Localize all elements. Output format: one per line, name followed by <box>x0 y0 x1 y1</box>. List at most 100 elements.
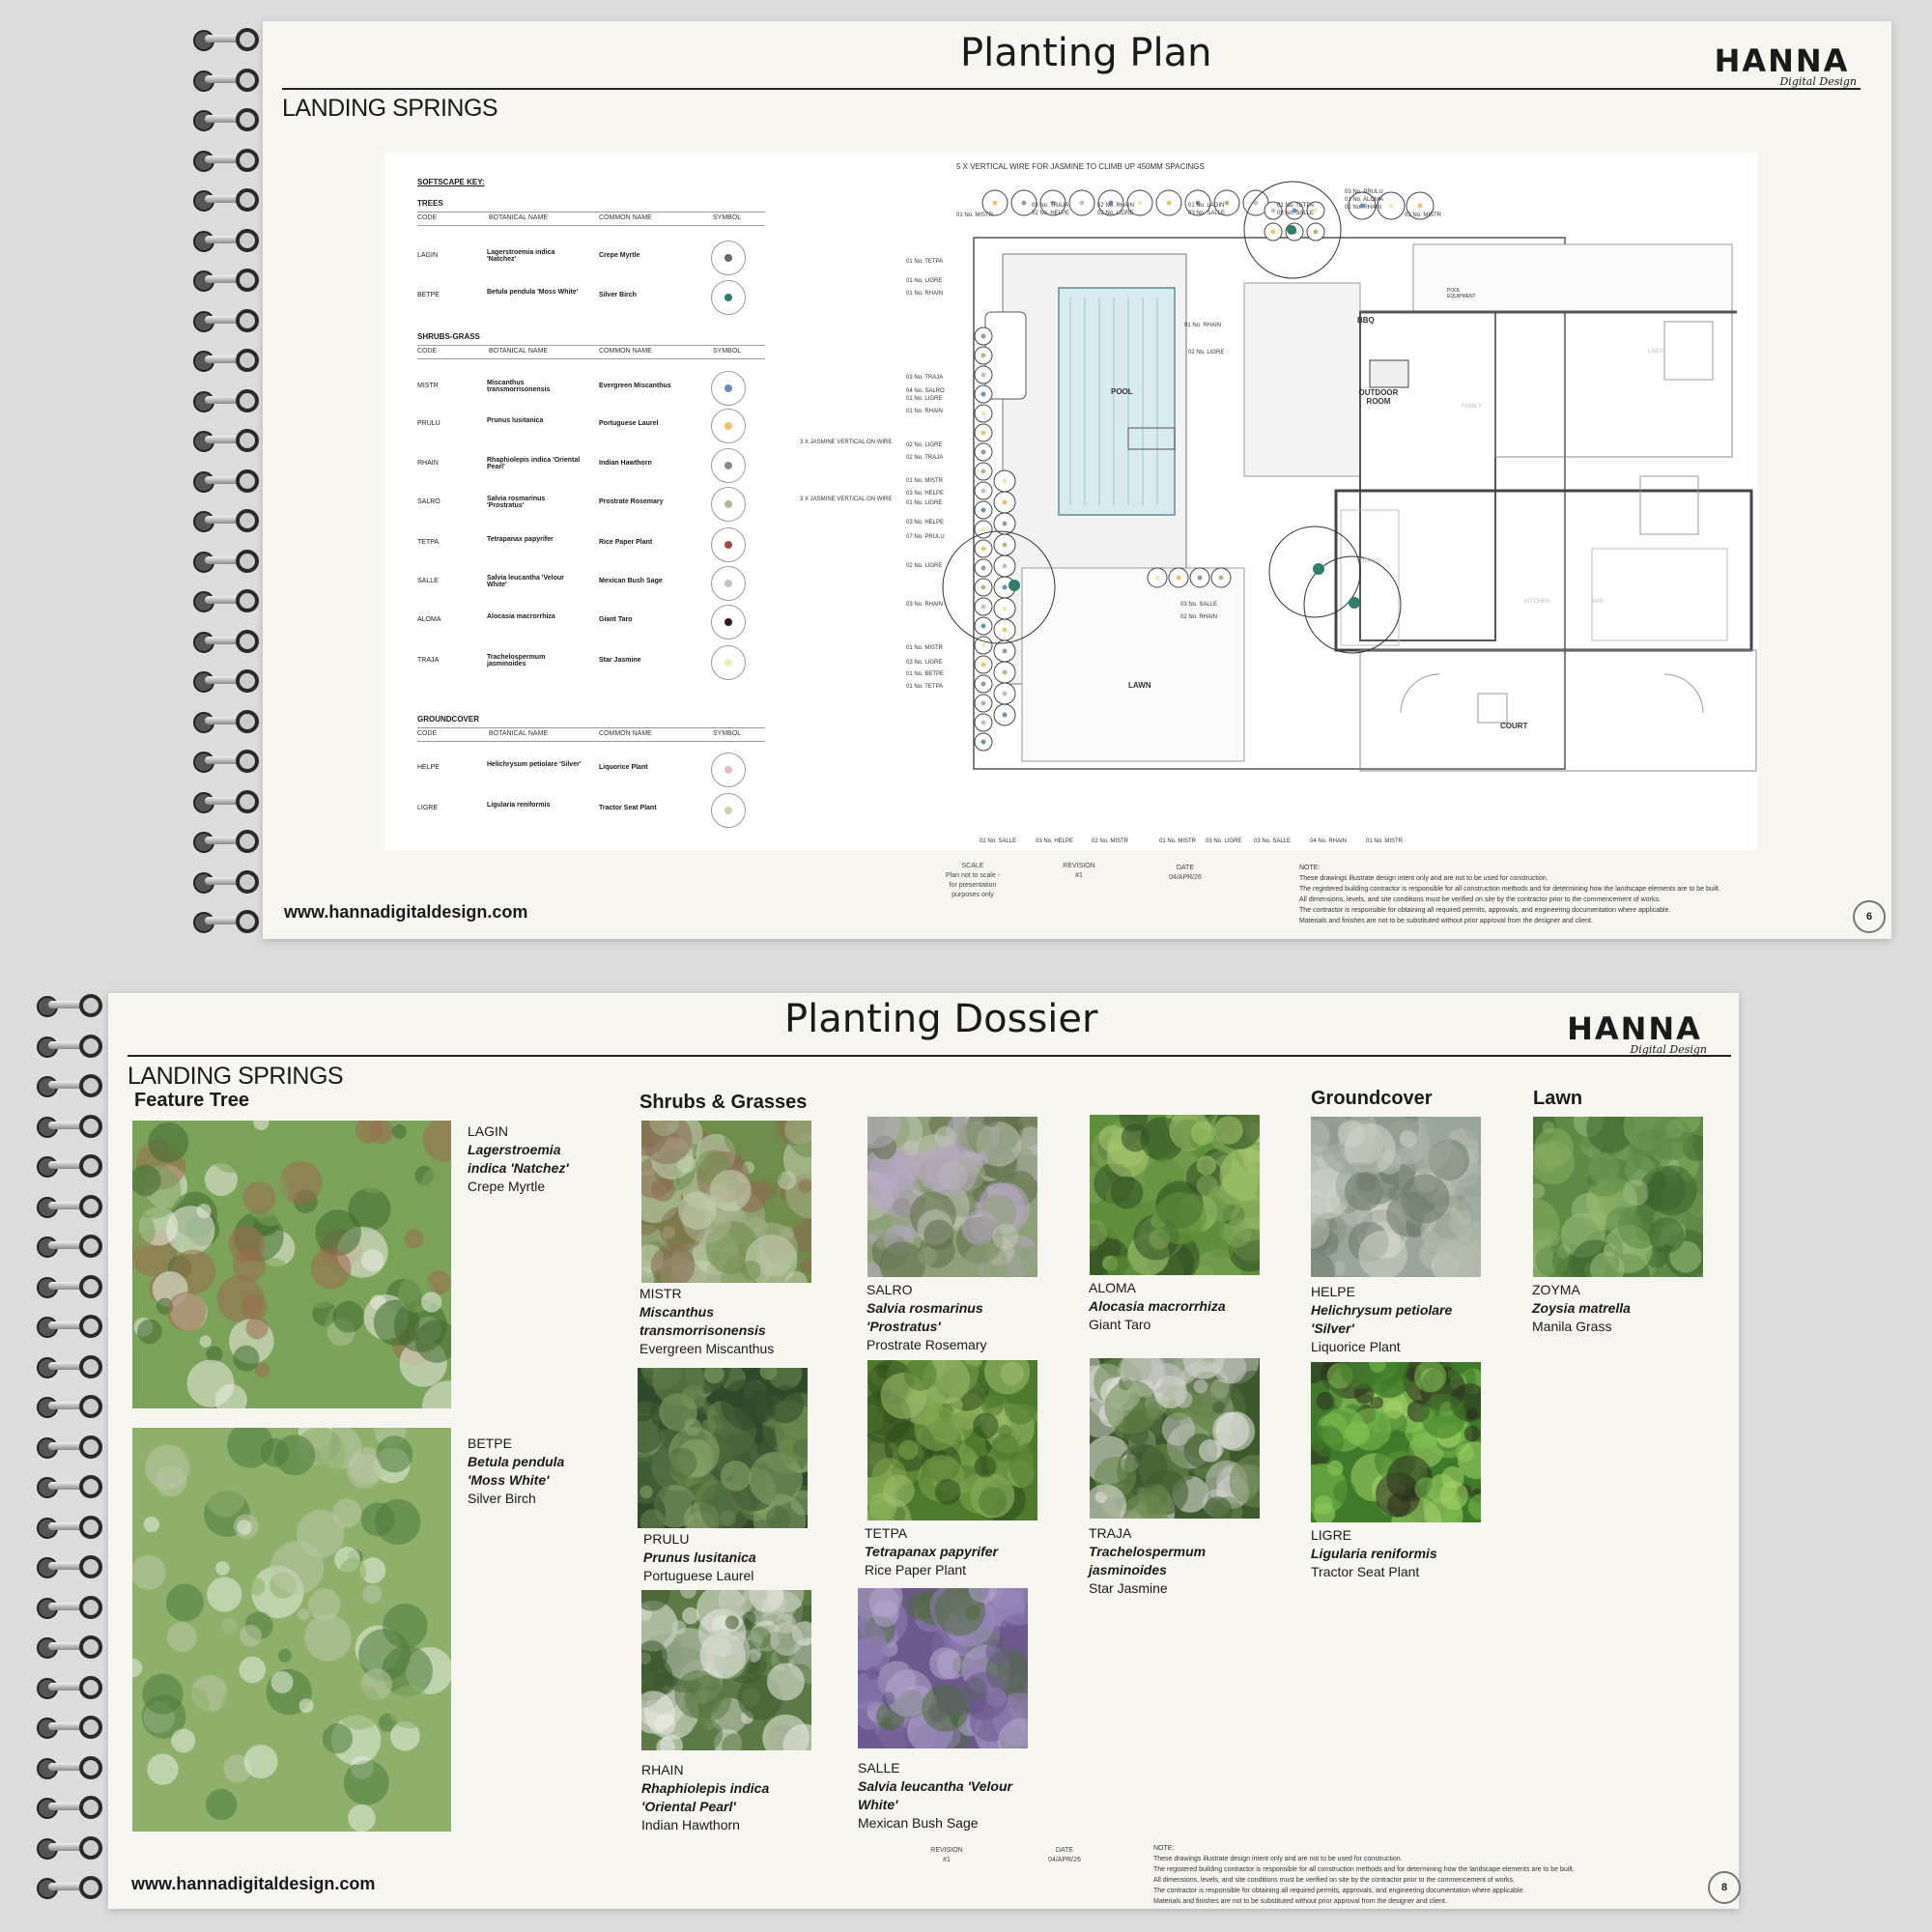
binding-coil <box>35 1875 104 1899</box>
binding-coil <box>191 187 261 212</box>
hanna-logo: HANNA Digital Design <box>1562 1012 1707 1056</box>
binding-coil <box>35 1274 104 1298</box>
symbol-dot <box>724 500 732 508</box>
shrub-dot <box>980 546 986 552</box>
symbol-dot <box>724 618 732 626</box>
note-line: Materials and finishes are not to be sub… <box>1153 1898 1447 1905</box>
key-botanical-name: Helichrysum petiolare 'Silver' <box>487 761 582 768</box>
date-block: DATE 04/APR/26 <box>1151 864 1219 883</box>
binding-coil <box>191 709 261 733</box>
plant-caption: TETPA Tetrapanax papyrifer Rice Paper Plan… <box>865 1524 1029 1579</box>
shrub-dot <box>1079 200 1085 206</box>
plant-callout-tag: 03 No. SALLE <box>1188 211 1226 216</box>
note-line: NOTE: <box>1153 1845 1175 1852</box>
binding-coil <box>35 1114 104 1138</box>
lawn-heading: Lawn <box>1533 1088 1583 1109</box>
plant-callout-tag: 02 No. TRAJA <box>906 455 944 461</box>
key-botanical-name: Lagerstroemia indica 'Natchez' <box>487 249 555 263</box>
key-botanical-name: Salvia leucantha 'Velour White' <box>487 575 564 588</box>
key-symbol-icon <box>711 605 746 639</box>
key-code: HELPE <box>417 764 440 771</box>
symbol-dot <box>724 422 732 430</box>
binding-coil <box>35 1194 104 1218</box>
plant-callout-tag: 03 No. TRAJA <box>906 375 944 381</box>
plant-callout-tag: 04 No. SALRO <box>906 388 945 394</box>
plant-code: MISTR <box>639 1286 682 1301</box>
plant-photo-helpe <box>1311 1117 1481 1277</box>
plant-callout-tag: 01 No. LIGRE <box>906 396 943 402</box>
binding-coil <box>35 993 104 1017</box>
spiral-binding-bottom <box>35 993 104 1901</box>
shrub-dot <box>1417 203 1423 209</box>
binding-coil <box>191 228 261 252</box>
revision-block: REVISION #1 <box>1050 862 1108 881</box>
plant-botanical-name: Ligularia reniformis <box>1311 1546 1437 1561</box>
plant-caption: HELPE Helichrysum petiolare 'Silver' Liquo… <box>1311 1283 1475 1356</box>
key-symbol-icon <box>711 241 746 275</box>
binding-coil <box>35 1234 104 1258</box>
shrub-dot <box>1388 203 1394 209</box>
shrub-dot <box>980 333 986 339</box>
plant-code: BETPE <box>468 1435 512 1451</box>
shrub-dot <box>1166 200 1172 206</box>
groundcover-heading: Groundcover <box>1311 1088 1433 1109</box>
key-code: ALOMA <box>417 616 441 623</box>
symbol-dot <box>724 294 732 301</box>
site-plan-drawing: 5 X VERTICAL WIRE FOR JASMINE TO CLIMB U… <box>790 153 1758 850</box>
hanna-logo: HANNA Digital Design <box>1707 44 1857 88</box>
page-title: Planting Dossier <box>784 997 1098 1041</box>
shrub-dot <box>1218 575 1224 581</box>
key-symbol-icon <box>711 793 746 828</box>
plant-botanical-name: Tetrapanax papyrifer <box>865 1544 998 1559</box>
shrub-dot <box>1002 584 1008 590</box>
binding-coil <box>191 348 261 372</box>
binding-coil <box>35 1795 104 1819</box>
shrub-dot <box>1002 712 1008 718</box>
plant-callout-tag: 02 No. RHAIN <box>1345 205 1382 211</box>
key-column-header: COMMON NAME <box>599 730 652 737</box>
shrub-dot <box>1002 648 1008 654</box>
plant-botanical-name: Alocasia macrorrhiza <box>1089 1298 1226 1314</box>
key-column-header: BOTANICAL NAME <box>489 348 549 355</box>
title-rule <box>282 88 1861 90</box>
key-botanical-name: Alocasia macrorrhiza <box>487 613 555 620</box>
binding-coil <box>191 428 261 452</box>
key-rule <box>417 345 765 346</box>
plant-botanical-name: Betula pendula 'Moss White' <box>468 1454 565 1488</box>
plant-common-name: Rice Paper Plant <box>865 1562 967 1577</box>
logo-wordmark: HANNA <box>1714 43 1850 79</box>
plant-callout-tag: 02 No. MISTR <box>1092 838 1129 844</box>
plant-caption: SALRO Salvia rosmarinus 'Prostratus' Prost… <box>867 1281 1031 1354</box>
key-common-name: Silver Birch <box>599 292 637 298</box>
binding-coil <box>191 749 261 773</box>
website-link[interactable]: www.hannadigitaldesign.com <box>131 1874 375 1894</box>
shrub-dot <box>1270 208 1276 213</box>
plant-callout-tag: 01 No. RHAIN <box>1184 323 1222 328</box>
binding-coil <box>35 1314 104 1338</box>
plant-photo-betpe <box>132 1428 451 1832</box>
binding-coil <box>191 829 261 853</box>
key-symbol-icon <box>711 371 746 406</box>
shrub-dot <box>980 565 986 571</box>
key-code: MISTR <box>417 383 439 389</box>
plant-callout-tag: 01 No. MISTR <box>1366 838 1404 844</box>
key-column-header: CODE <box>417 730 438 737</box>
note-line: The contractor is responsible for obtain… <box>1153 1888 1525 1894</box>
binding-coil <box>35 1634 104 1659</box>
plant-common-name: Giant Taro <box>1089 1317 1151 1332</box>
revision-value: #1 <box>1075 872 1083 879</box>
date-label: DATE <box>1176 865 1195 871</box>
binding-coil <box>191 268 261 292</box>
shrub-dot <box>980 488 986 494</box>
jasmine-note-1: 3 X JASMINE VERTICAL ON WIRE <box>800 440 893 445</box>
key-column-header: COMMON NAME <box>599 348 652 355</box>
plant-callout-tag: 03 No. SALLE <box>1254 838 1292 844</box>
symbol-dot <box>724 384 732 392</box>
website-link[interactable]: www.hannadigitaldesign.com <box>284 902 527 923</box>
shrub-dot <box>980 353 986 358</box>
shrub-dot <box>1197 575 1203 581</box>
plant-callout-tag: 03 No. HELPE <box>1036 838 1074 844</box>
symbol-dot <box>724 462 732 469</box>
note-line: NOTE: <box>1299 865 1321 871</box>
plant-photo-rhain <box>641 1590 811 1750</box>
